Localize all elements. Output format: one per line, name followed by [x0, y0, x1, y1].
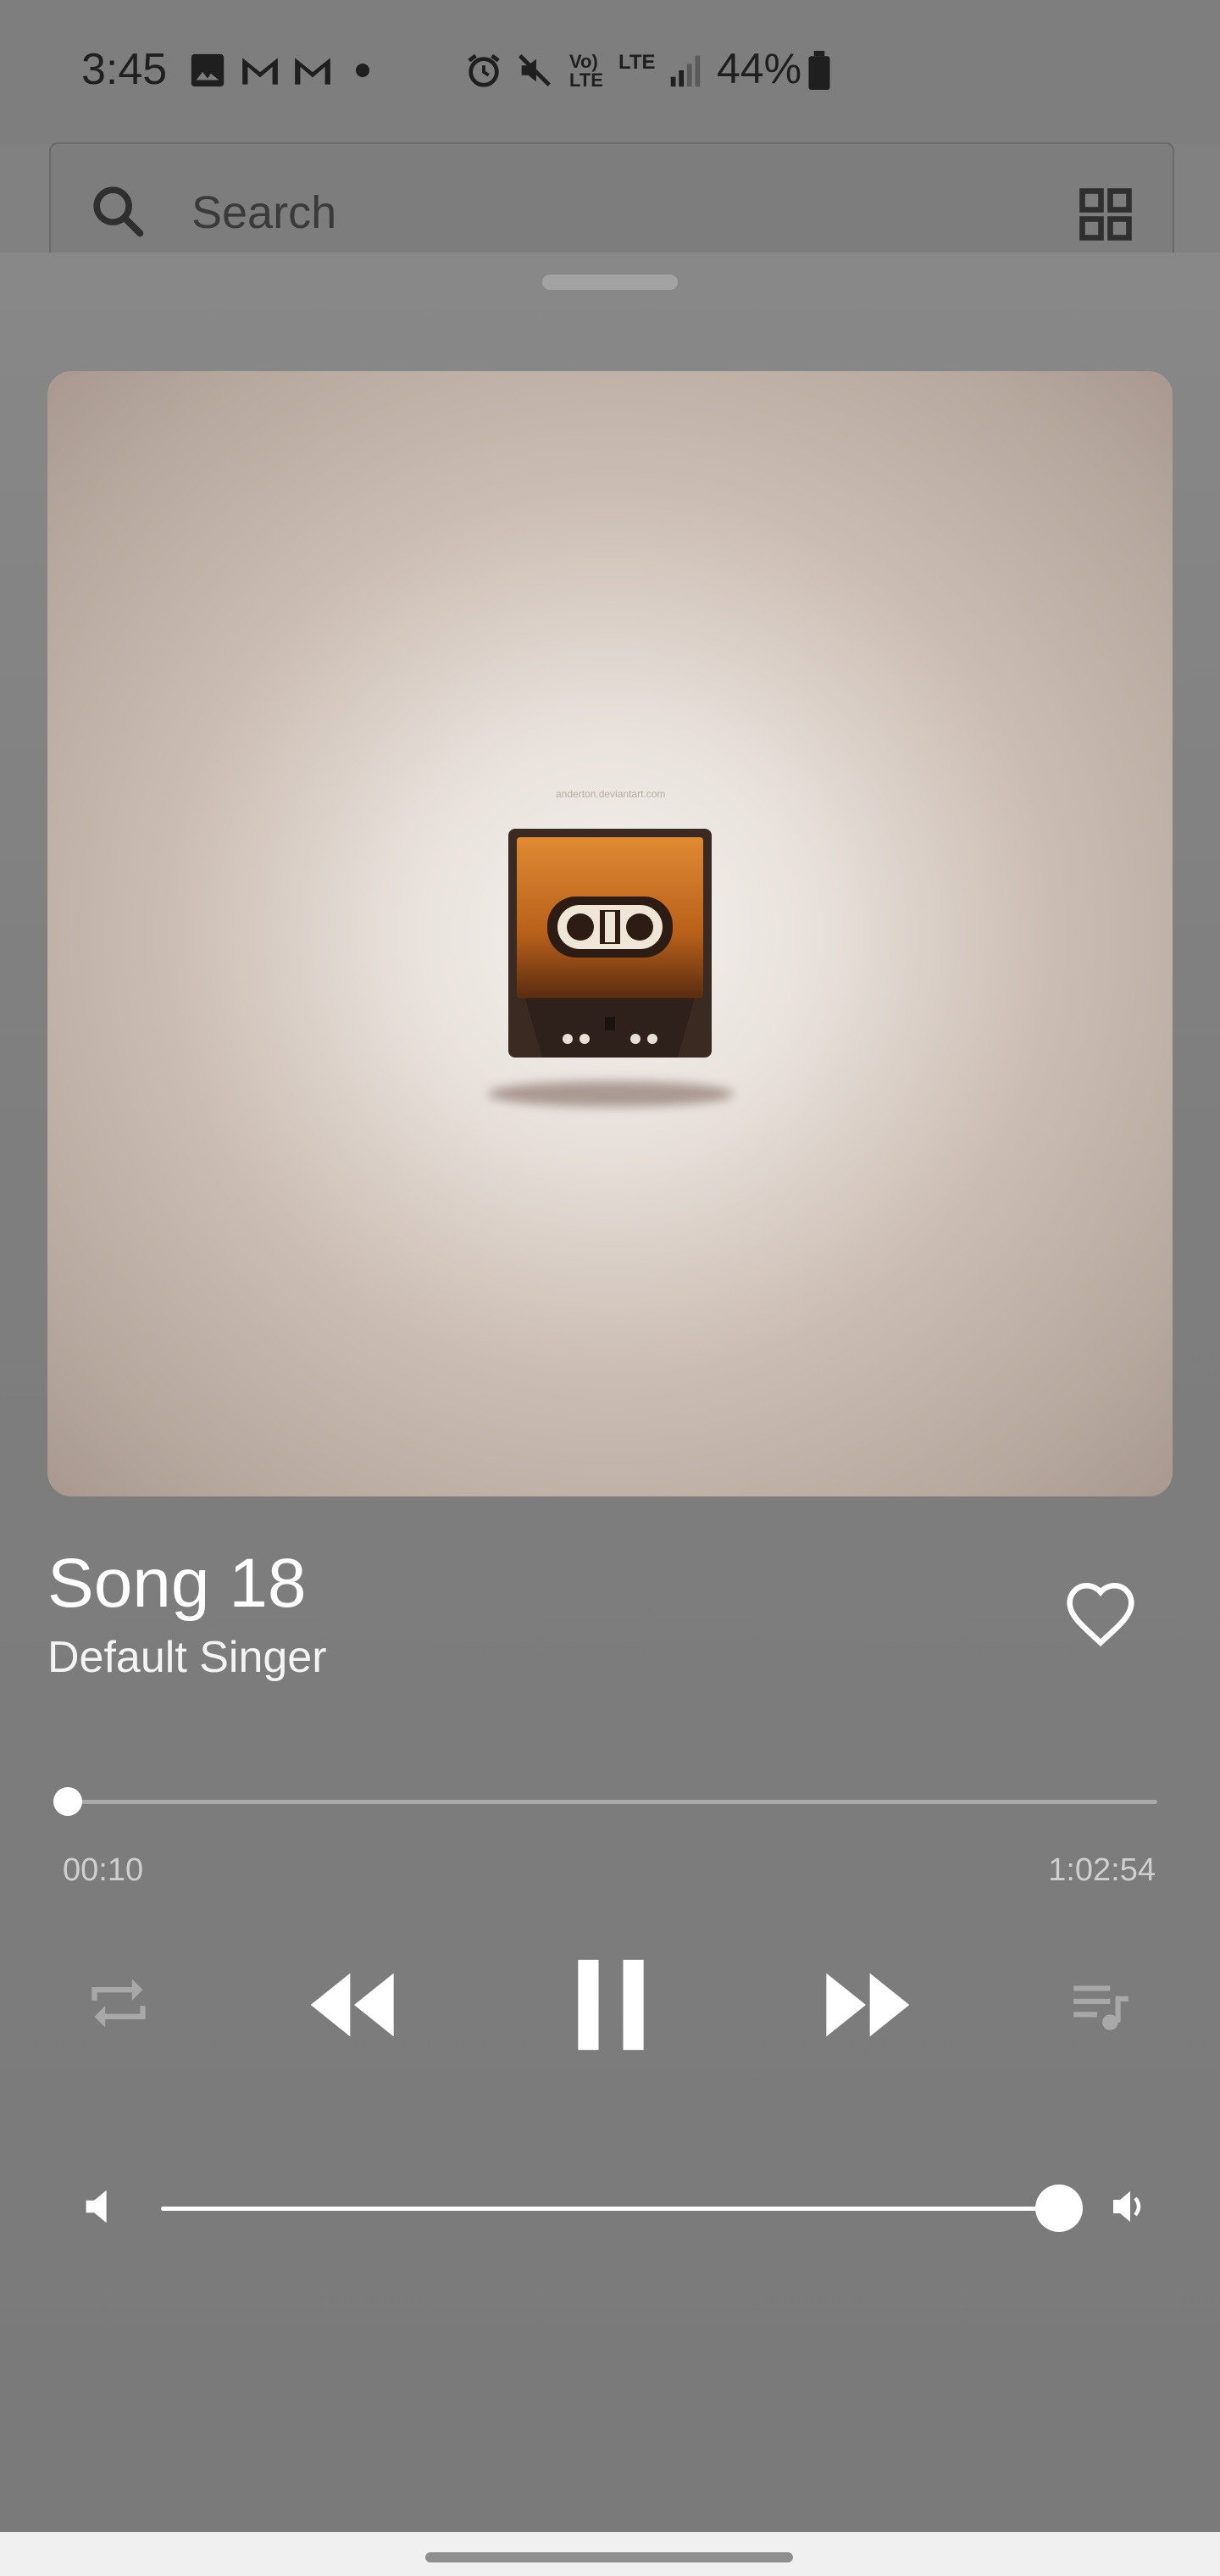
- album-art-watermark: anderton.deviantart.com: [556, 788, 666, 800]
- heart-icon[interactable]: [1062, 1579, 1139, 1647]
- battery-icon: [808, 51, 830, 90]
- volume-low-icon[interactable]: [81, 2186, 115, 2227]
- volume-slider[interactable]: [161, 2185, 1083, 2232]
- cassette-tape-image: [508, 829, 712, 1058]
- sheet-drag-handle[interactable]: [542, 275, 678, 290]
- album-art: anderton.deviantart.com: [47, 371, 1173, 1496]
- volume-high-icon[interactable]: [1112, 2185, 1152, 2229]
- home-indicator[interactable]: [425, 2552, 793, 2562]
- search-bar[interactable]: Search: [49, 142, 1174, 263]
- volume-slider-fill: [161, 2207, 1059, 2211]
- queue-icon[interactable]: [1068, 1973, 1132, 2035]
- mute-icon: [518, 54, 551, 86]
- gmail-notification-icon-2: [295, 58, 330, 85]
- repeat-icon[interactable]: [86, 1971, 151, 2035]
- seek-bar-thumb[interactable]: [53, 1787, 82, 1816]
- pause-icon[interactable]: [573, 1956, 649, 2054]
- status-bar: 3:45 Vo) LTE LTE 44%: [0, 0, 1220, 144]
- search-label[interactable]: Search: [191, 186, 336, 239]
- lte-indicator: LTE: [618, 51, 656, 74]
- volume-slider-thumb[interactable]: [1035, 2185, 1083, 2232]
- total-duration: 1:02:54: [1048, 1852, 1156, 1888]
- more-notifications-dot-icon: [356, 64, 369, 77]
- gmail-notification-icon: [242, 58, 278, 85]
- song-title: Song 18: [47, 1545, 307, 1622]
- song-artist: Default Singer: [47, 1633, 327, 1682]
- elapsed-time: 00:10: [63, 1852, 144, 1888]
- grid-view-icon[interactable]: [1078, 186, 1134, 242]
- fast-forward-icon[interactable]: [818, 1963, 913, 2047]
- system-navigation-bar: [0, 2532, 1220, 2576]
- seek-bar[interactable]: [53, 1787, 1157, 1816]
- cassette-shadow: [488, 1081, 734, 1107]
- status-time: 3:45: [81, 45, 168, 94]
- alarm-icon: [468, 53, 500, 87]
- volte-indicator: Vo) LTE: [569, 51, 603, 91]
- search-icon[interactable]: [88, 181, 147, 241]
- rewind-icon[interactable]: [307, 1963, 402, 2047]
- now-playing-sheet: anderton.deviantart.com Song 18 Default …: [0, 253, 1220, 2532]
- signal-icon: [670, 55, 701, 87]
- gallery-notification-icon: [191, 53, 225, 87]
- battery-percent: 44%: [717, 45, 802, 92]
